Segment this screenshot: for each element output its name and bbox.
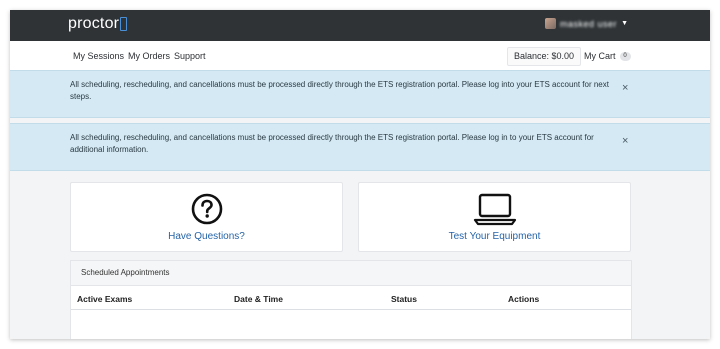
my-cart-link[interactable]: My Cart 0: [584, 51, 631, 61]
alert-text: All scheduling, rescheduling, and cancel…: [70, 133, 594, 154]
alert-banner-2: All scheduling, rescheduling, and cancel…: [10, 123, 710, 171]
column-header-active-exams: Active Exams: [77, 294, 133, 304]
app-window: proctor masked user ▼ My Sessions My Ord…: [10, 10, 710, 339]
column-header-status: Status: [391, 294, 417, 304]
logo-text: proctor: [68, 15, 120, 32]
user-name: masked user: [560, 18, 618, 29]
caret-down-icon: ▼: [621, 20, 628, 27]
alert-text: All scheduling, rescheduling, and cancel…: [70, 80, 609, 101]
proctor-logo[interactable]: proctor: [68, 15, 128, 33]
laptop-icon: [473, 193, 516, 226]
scheduled-appointments-panel: Scheduled Appointments Active Exams Date…: [70, 260, 632, 339]
top-bar: proctor masked user ▼: [10, 10, 710, 41]
card-label: Have Questions?: [168, 231, 245, 242]
card-label: Test Your Equipment: [448, 231, 541, 242]
user-menu[interactable]: masked user ▼: [545, 18, 628, 29]
logo-mark-icon: [120, 17, 128, 31]
alert-banner-1: All scheduling, rescheduling, and cancel…: [10, 70, 710, 118]
cart-label: My Cart: [584, 51, 616, 61]
test-equipment-card[interactable]: Test Your Equipment: [358, 182, 631, 252]
avatar: [545, 18, 557, 29]
cart-count-badge: 0: [619, 51, 631, 61]
nav-my-orders[interactable]: My Orders: [128, 51, 170, 61]
balance-display: Balance: $0.00: [507, 47, 582, 66]
close-icon[interactable]: ×: [622, 135, 628, 147]
table-header-divider: [71, 309, 631, 310]
panel-title: Scheduled Appointments: [71, 261, 631, 286]
question-circle-icon: [191, 193, 222, 225]
nav-my-sessions[interactable]: My Sessions: [73, 51, 124, 61]
close-icon[interactable]: ×: [622, 82, 628, 94]
have-questions-card[interactable]: Have Questions?: [70, 182, 343, 252]
column-header-actions: Actions: [508, 294, 540, 304]
column-header-date-time: Date & Time: [234, 294, 283, 304]
nav-support[interactable]: Support: [174, 51, 206, 61]
nav-bar: My Sessions My Orders Support Balance: $…: [10, 41, 710, 72]
